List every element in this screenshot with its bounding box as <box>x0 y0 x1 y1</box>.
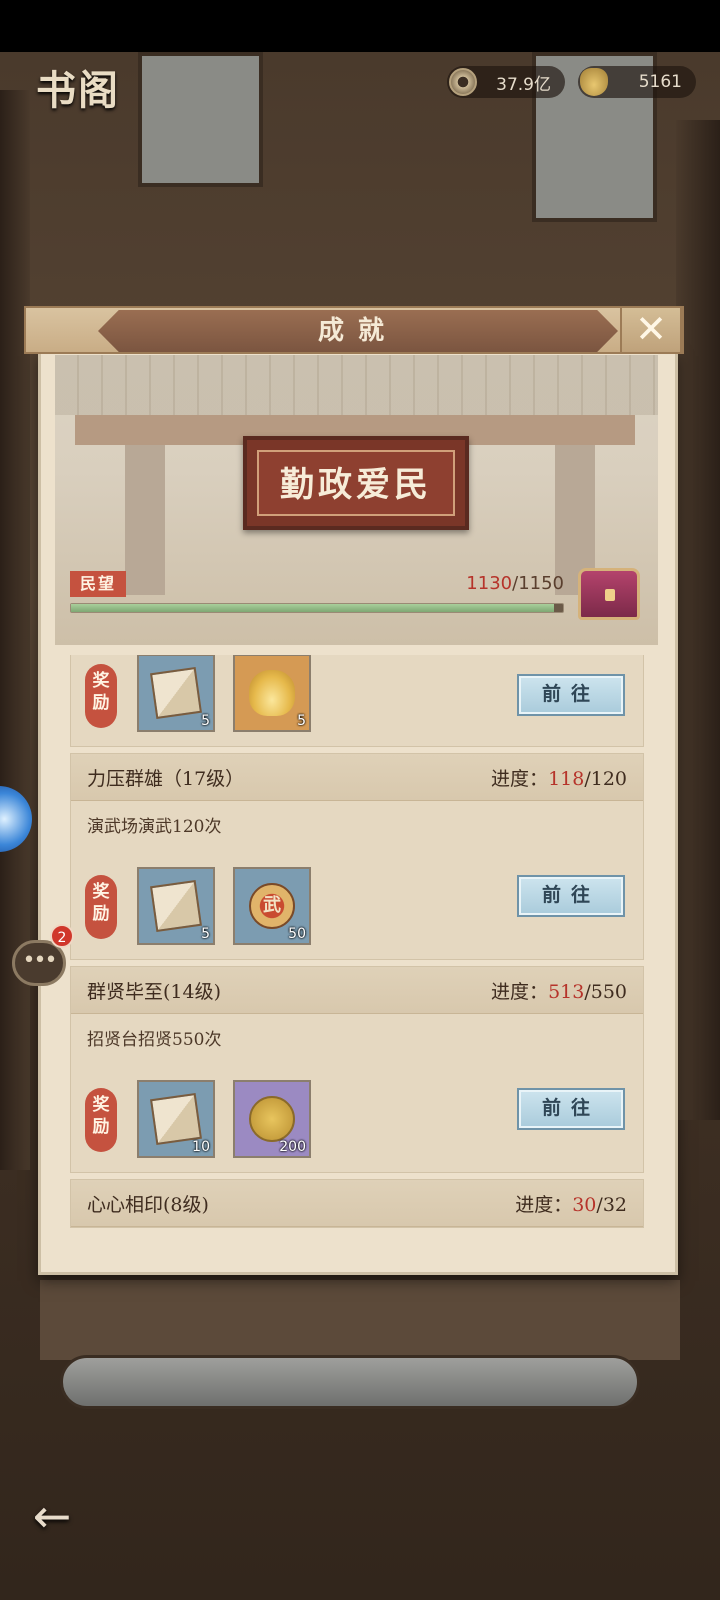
status-bar <box>0 0 720 52</box>
panel-title: 成就 <box>317 316 398 346</box>
achievement-description: 招贤台招贤550次 <box>87 1030 222 1050</box>
reward-item-book[interactable]: 5 <box>137 867 215 945</box>
bookshelf-left <box>0 90 30 1170</box>
reputation-progress-fill <box>71 604 555 612</box>
achievement-progress: 进度：513/550 <box>491 977 627 1004</box>
progress-current: 513 <box>548 980 585 1003</box>
progress-label: 进度： <box>491 767 549 790</box>
reward-quantity: 200 <box>279 1139 306 1155</box>
reward-label: 奖励 <box>85 875 117 939</box>
achievement-progress: 进度：30/32 <box>515 1190 627 1217</box>
chat-badge: 2 <box>50 924 74 948</box>
reward-quantity: 50 <box>288 926 306 942</box>
achievement-card: 心心相印(8级) 进度：30/32 <box>70 1179 644 1228</box>
rolled-scroll <box>60 1355 640 1409</box>
copper-coin-icon <box>449 68 477 96</box>
achievement-title: 力压群雄（17级） <box>87 767 245 790</box>
reward-item-gold-ingot[interactable]: 5 <box>233 655 311 732</box>
bookshelf-right <box>676 120 720 1120</box>
reward-quantity: 10 <box>192 1139 210 1155</box>
achievement-header: 心心相印(8级) 进度：30/32 <box>71 1180 643 1227</box>
reward-row: 奖励 5 5 前往 <box>71 655 643 746</box>
reward-item-book[interactable]: 10 <box>137 1080 215 1158</box>
reward-quantity: 5 <box>201 713 210 729</box>
title-plaque: 勤政爱民 <box>243 436 469 530</box>
roof-tiles <box>55 355 658 415</box>
reward-item-martial-medal[interactable]: 武 50 <box>233 867 311 945</box>
achievement-header: 力压群雄（17级） 进度：118/120 <box>71 754 643 801</box>
achievement-title: 心心相印(8级) <box>87 1193 209 1216</box>
reward-quantity: 5 <box>297 713 306 729</box>
reputation-max: 1150 <box>518 573 564 594</box>
go-button[interactable]: 前往 <box>517 875 625 917</box>
book-icon <box>150 1093 202 1145</box>
reward-row: 奖励 5 武 50 前往 <box>71 853 643 959</box>
reward-label: 奖励 <box>85 664 117 728</box>
gold-ingot-counter[interactable]: 5161 <box>578 66 696 98</box>
achievement-list[interactable]: 奖励 5 5 前往 力压群雄（17级） 进度：118/120 演武场演武120次… <box>70 655 644 1245</box>
reputation-label: 民望 <box>70 571 126 597</box>
page-title: 书阁 <box>36 67 120 114</box>
back-arrow-icon[interactable]: ← <box>20 1484 84 1548</box>
achievement-title: 群贤毕至(14级) <box>87 980 222 1003</box>
desk <box>40 1280 680 1360</box>
achievement-card: 群贤毕至(14级) 进度：513/550 招贤台招贤550次 奖励 10 200… <box>70 966 644 1173</box>
reward-label: 奖励 <box>85 1088 117 1152</box>
progress-label: 进度： <box>515 1193 573 1216</box>
plaque-text: 勤政爱民 <box>257 450 455 516</box>
reward-quantity: 5 <box>201 926 210 942</box>
treasure-chest-icon[interactable] <box>578 568 640 620</box>
close-icon: ✕ <box>635 307 667 351</box>
achievement-card: 力压群雄（17级） 进度：118/120 演武场演武120次 奖励 5 武 50… <box>70 753 644 960</box>
progress-current: 30 <box>572 1193 597 1216</box>
progress-current: 118 <box>548 767 585 790</box>
book-icon <box>150 667 202 719</box>
reputation-current: 1130 <box>466 573 513 594</box>
go-button[interactable]: 前往 <box>517 1088 625 1130</box>
progress-label: 进度： <box>491 980 549 1003</box>
book-icon <box>150 880 202 932</box>
achievement-description: 演武场演武120次 <box>87 817 222 837</box>
reward-item-gold-coin[interactable]: 200 <box>233 1080 311 1158</box>
close-button[interactable]: ✕ <box>620 306 682 354</box>
gold-ingot-icon <box>580 68 608 96</box>
reward-row: 奖励 10 200 前往 <box>71 1066 643 1172</box>
copper-coin-counter[interactable]: 37.9亿 <box>447 66 565 98</box>
gold-coin-icon <box>249 1096 295 1142</box>
progress-goal: 120 <box>590 767 627 790</box>
go-button[interactable]: 前往 <box>517 674 625 716</box>
reward-item-book[interactable]: 5 <box>137 655 215 732</box>
achievement-progress: 进度：118/120 <box>491 764 627 791</box>
achievement-header: 群贤毕至(14级) 进度：513/550 <box>71 967 643 1014</box>
gold-ingot-icon <box>249 670 295 716</box>
copper-coin-value: 37.9亿 <box>496 74 551 95</box>
martial-medal-icon: 武 <box>249 883 295 929</box>
gold-ingot-value: 5161 <box>638 72 682 92</box>
hanging-scroll-left <box>138 52 263 187</box>
reputation-value: 1130/1150 <box>440 573 564 594</box>
achievement-card: 奖励 5 5 前往 <box>70 655 644 747</box>
reputation-progress-bar <box>70 603 564 613</box>
progress-goal: 32 <box>602 1193 627 1216</box>
gate-pillar-left <box>125 445 165 595</box>
progress-goal: 550 <box>590 980 627 1003</box>
